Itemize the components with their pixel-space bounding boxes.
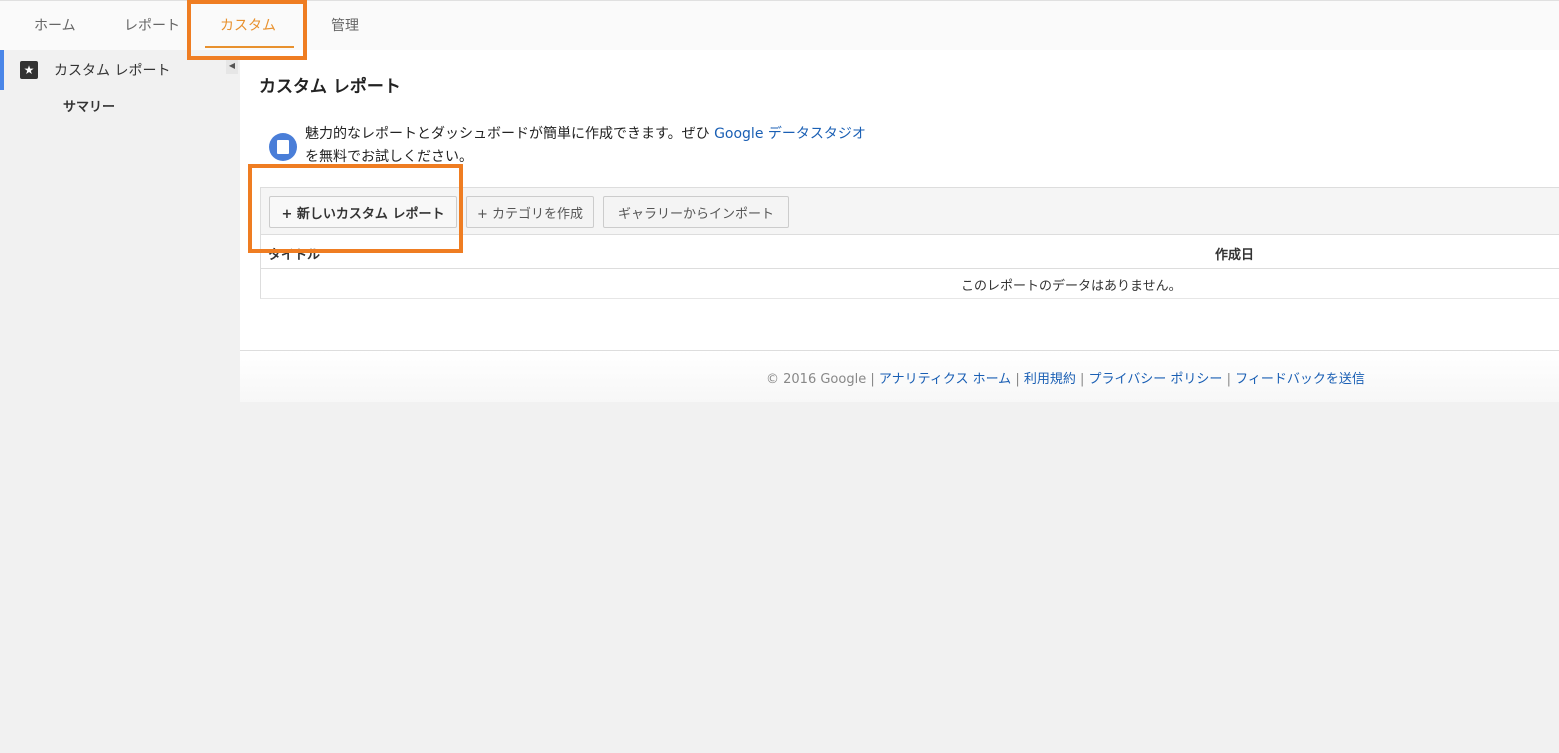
copyright: © 2016 Google bbox=[766, 372, 867, 387]
top-nav: ホーム レポート カスタム 管理 bbox=[0, 0, 1559, 51]
promo-text: 魅力的なレポートとダッシュボードが簡単に作成できます。ぜひ bbox=[305, 126, 715, 142]
create-category-button[interactable]: + カテゴリを作成 bbox=[466, 196, 594, 228]
report-toolbar: + 新しいカスタム レポート + カテゴリを作成 ギャラリーからインポート bbox=[260, 187, 1559, 235]
sidebar-item-label: カスタム レポート bbox=[54, 63, 171, 79]
sidebar: ★ カスタム レポート サマリー ◀ bbox=[0, 50, 240, 753]
new-custom-report-button[interactable]: + 新しいカスタム レポート bbox=[269, 196, 457, 228]
tab-reports[interactable]: レポート bbox=[124, 15, 180, 35]
page-title: カスタム レポート bbox=[259, 77, 401, 97]
footer-links: © 2016 Google | アナリティクス ホーム | 利用規約 | プライ… bbox=[766, 368, 1365, 387]
sidebar-item-summary[interactable]: サマリー bbox=[63, 96, 115, 115]
empty-message: このレポートのデータはありません。 bbox=[961, 279, 1182, 294]
table-header: タイトル 作成日 bbox=[260, 235, 1559, 269]
sidebar-active-indicator bbox=[0, 50, 4, 90]
column-header-title[interactable]: タイトル bbox=[268, 244, 320, 263]
footer-link-terms[interactable]: 利用規約 bbox=[1024, 372, 1076, 387]
footer-separator: | bbox=[1226, 372, 1231, 387]
tab-home[interactable]: ホーム bbox=[34, 15, 76, 35]
footer-separator: | bbox=[1080, 372, 1085, 387]
main-content: カスタム レポート 魅力的なレポートとダッシュボードが簡単に作成できます。ぜひ … bbox=[240, 50, 1559, 350]
star-icon: ★ bbox=[20, 61, 38, 79]
import-from-gallery-button[interactable]: ギャラリーからインポート bbox=[603, 196, 789, 228]
data-studio-icon bbox=[269, 133, 297, 161]
promo-text-2: を無料でお試しください。 bbox=[305, 149, 473, 165]
footer-link-privacy[interactable]: プライバシー ポリシー bbox=[1089, 372, 1223, 387]
footer-link-analytics-home[interactable]: アナリティクス ホーム bbox=[879, 372, 1011, 387]
sidebar-item-custom-reports[interactable]: ★ カスタム レポート bbox=[20, 58, 170, 82]
column-header-created[interactable]: 作成日 bbox=[1215, 244, 1254, 263]
table-empty-row: このレポートのデータはありません。 bbox=[260, 269, 1559, 299]
active-tab-underline bbox=[205, 46, 294, 48]
footer: © 2016 Google | アナリティクス ホーム | 利用規約 | プライ… bbox=[240, 350, 1559, 402]
collapse-sidebar-icon[interactable]: ◀ bbox=[226, 56, 238, 74]
footer-link-feedback[interactable]: フィードバックを送信 bbox=[1235, 372, 1365, 387]
data-studio-link[interactable]: Google データスタジオ bbox=[714, 126, 866, 142]
tab-admin[interactable]: 管理 bbox=[331, 15, 359, 35]
tab-custom[interactable]: カスタム bbox=[220, 15, 276, 35]
footer-separator: | bbox=[870, 372, 875, 387]
footer-separator: | bbox=[1015, 372, 1020, 387]
promo-message: 魅力的なレポートとダッシュボードが簡単に作成できます。ぜひ Google データ… bbox=[305, 123, 866, 169]
